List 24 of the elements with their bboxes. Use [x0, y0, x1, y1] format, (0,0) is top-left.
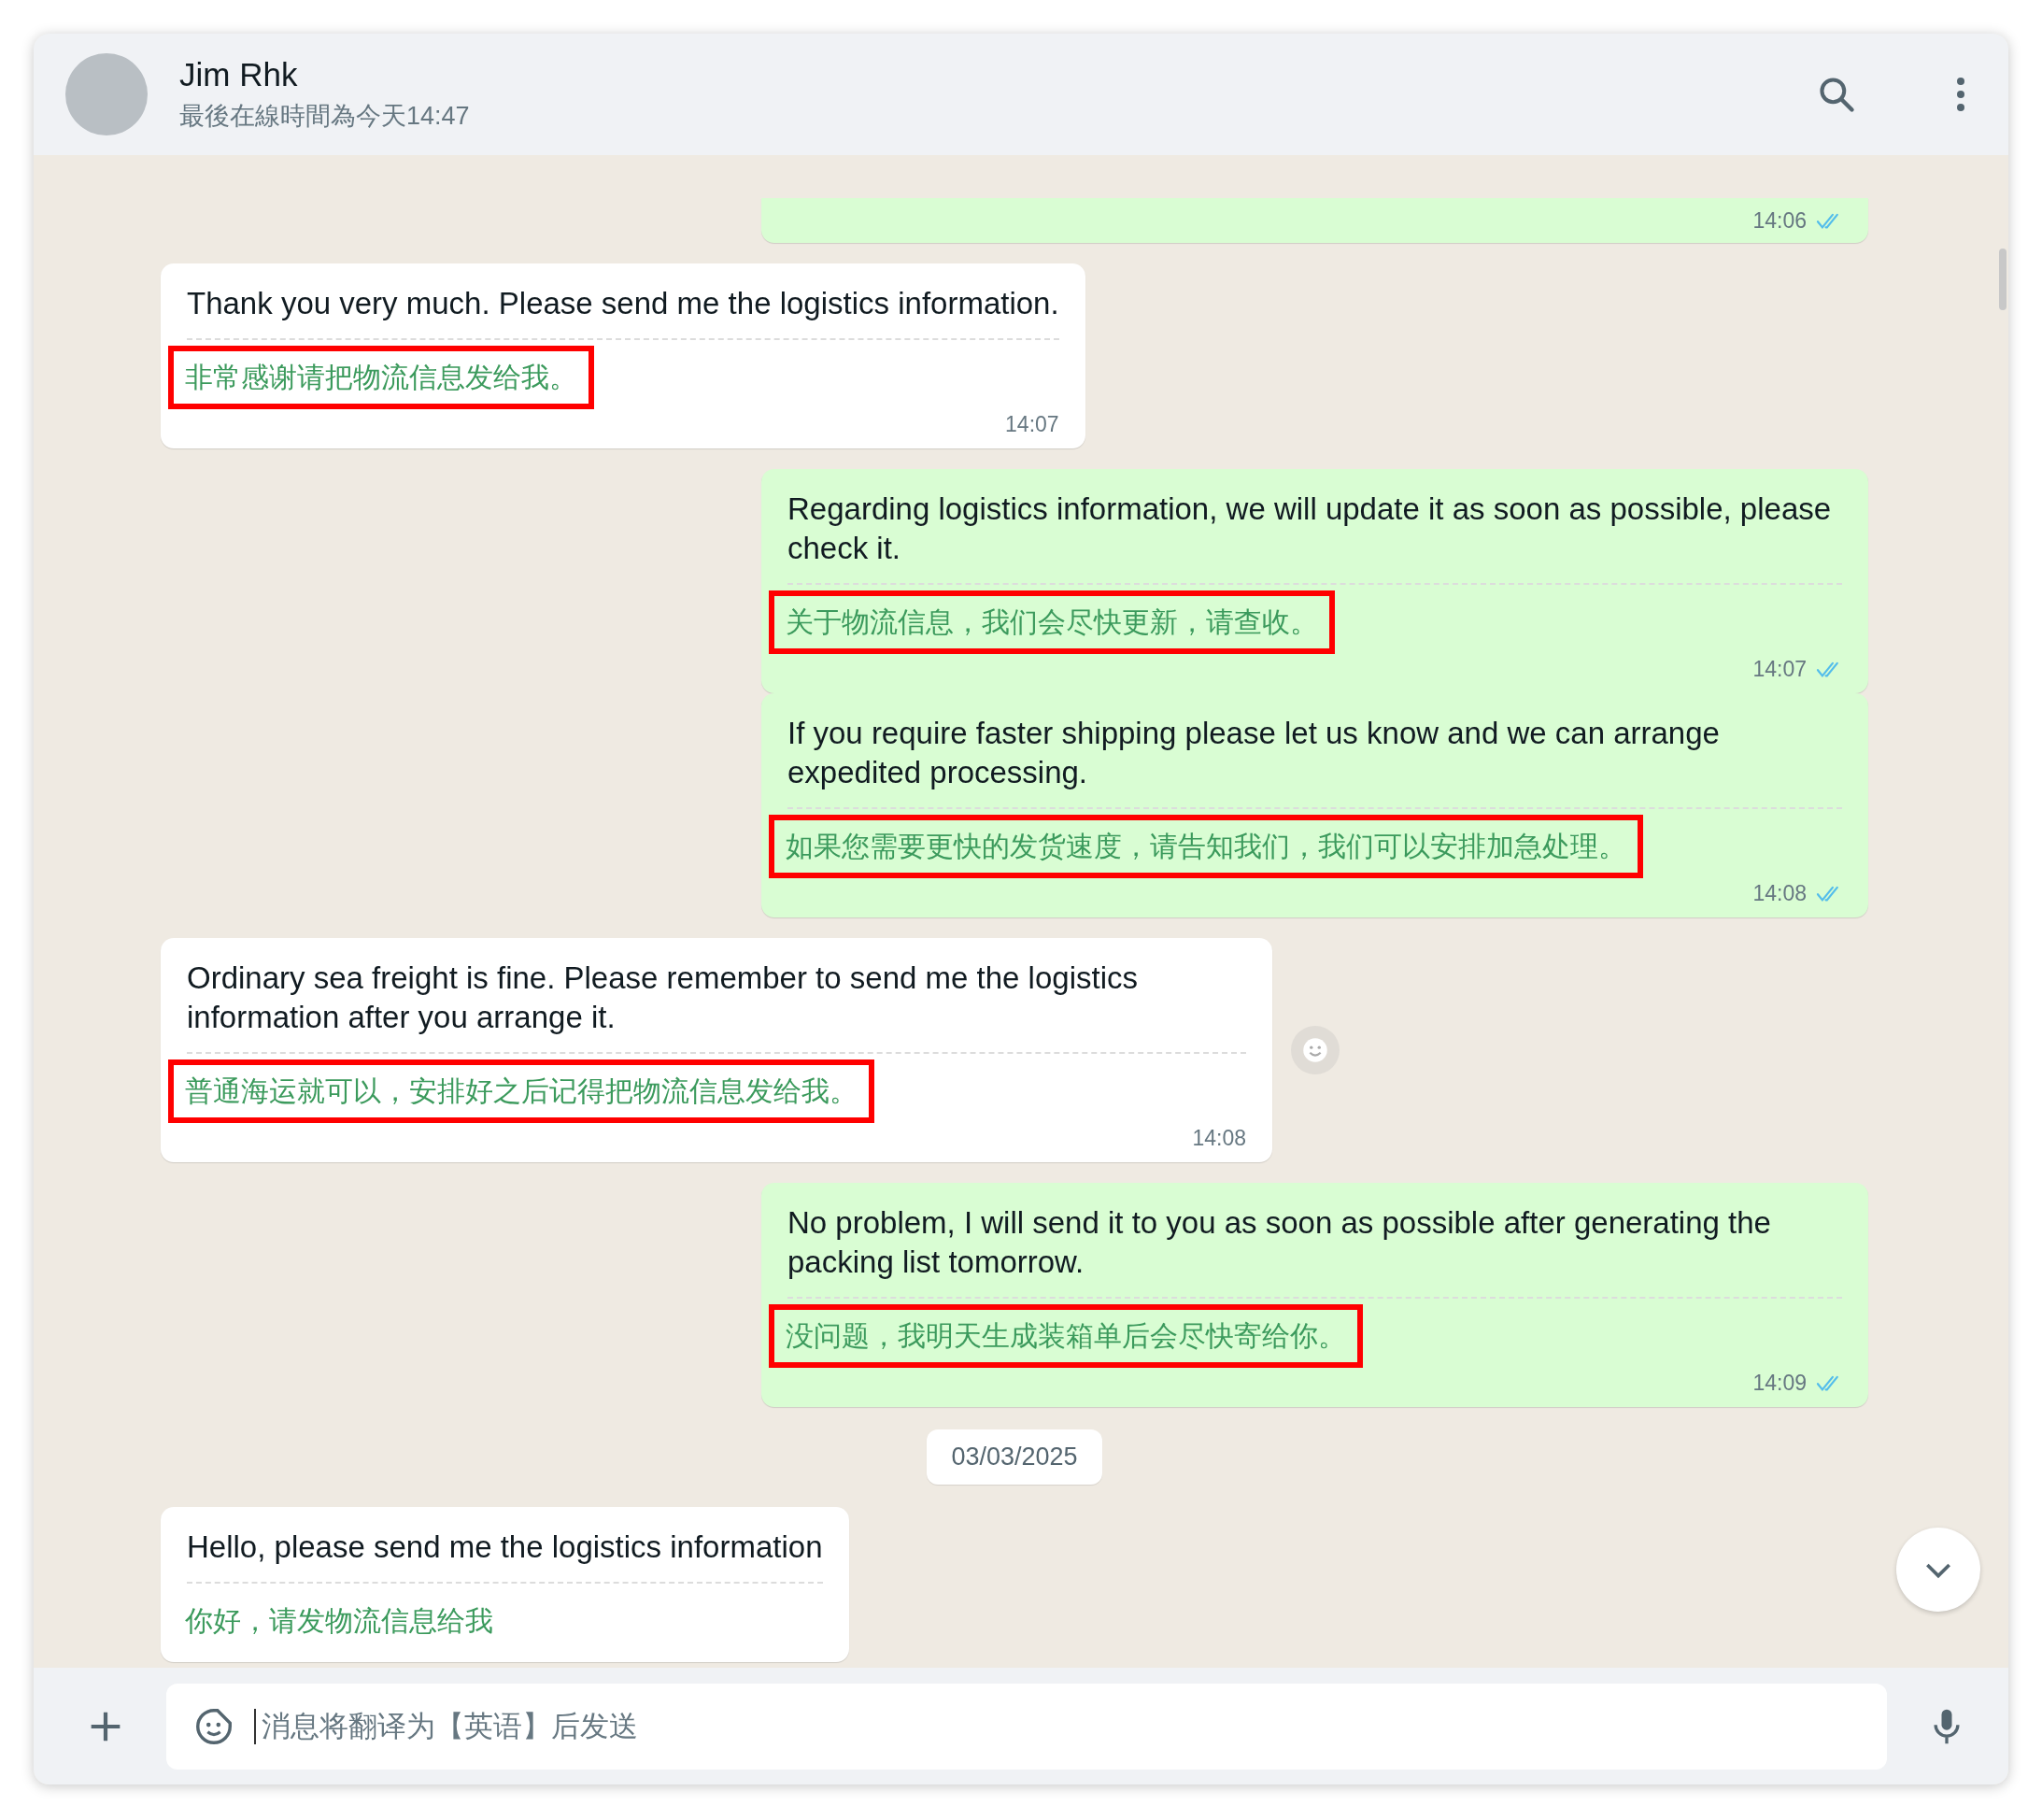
- last-seen-status: 最後在線時間為今天14:47: [179, 101, 471, 132]
- translation-text: 没问题，我明天生成装箱单后会尽快寄给你。: [769, 1304, 1363, 1368]
- message-time: 14:06: [1752, 207, 1807, 234]
- message-time: 14:08: [1752, 880, 1807, 906]
- menu-icon: [1956, 78, 1965, 111]
- message-input-field[interactable]: 消息将翻译为【英语】后发送: [166, 1683, 1887, 1770]
- message-time: 14:07: [1005, 411, 1059, 437]
- date-chip: 03/03/2025: [927, 1429, 1102, 1485]
- message-text: Hello, please send me the logistics information: [187, 1529, 823, 1566]
- translation-text: 你好，请发物流信息给我: [184, 1604, 494, 1638]
- message-text: Thank you very much. Please send me the logistics information.: [187, 285, 1059, 322]
- message-text: Regarding logistics information, we will update it as soon as possible, please check it.: [787, 491, 1833, 567]
- translation-text: 如果您需要更快的发货速度，请告知我们，我们可以安排加急处理。: [769, 815, 1643, 878]
- translation-text: 非常感谢请把物流信息发给我。: [168, 346, 594, 409]
- message-time: 14:08: [1192, 1125, 1246, 1151]
- message-text: If you require faster shipping please let us know and we can arrange expedited processing.: [787, 715, 1721, 791]
- scrollbar-thumb[interactable]: [1999, 249, 2007, 310]
- message-text: Ordinary sea freight is fine. Please remember to send me the logistics information after you arrange it.: [187, 960, 1139, 1036]
- message-text: No problem, I will send it to you as soon as possible after generating the packing list tomorrow.: [787, 1204, 1772, 1281]
- message-time: 14:09: [1752, 1370, 1807, 1396]
- message-time: 14:07: [1752, 656, 1807, 682]
- translation-text: 关于物流信息，我们会尽快更新，请查收。: [769, 590, 1335, 654]
- translation-text: 普通海运就可以，安排好之后记得把物流信息发给我。: [168, 1059, 874, 1123]
- contact-name: Jim Rhk: [179, 56, 299, 93]
